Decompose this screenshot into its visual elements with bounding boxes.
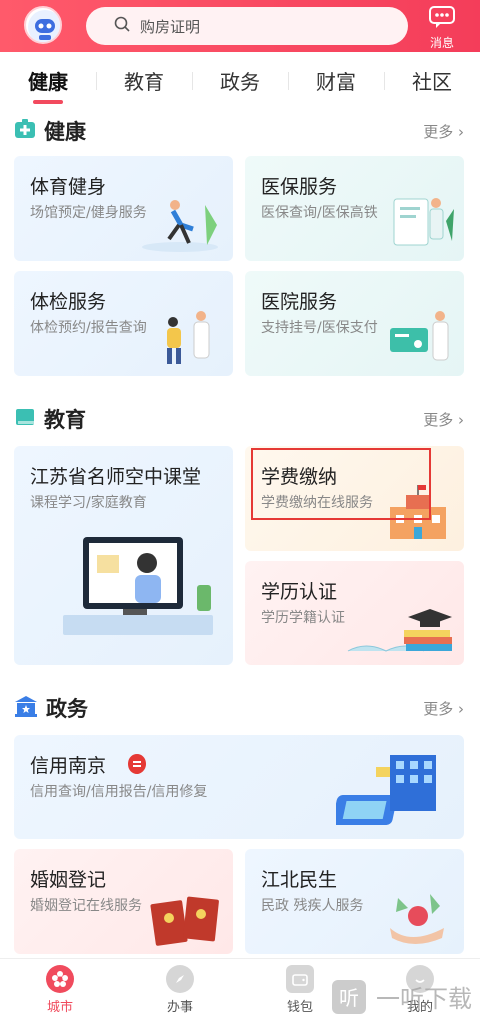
card-subtitle: 支持挂号/医保支付 <box>261 320 378 336</box>
card-subtitle: 课程学习/家庭教育 <box>30 495 147 511</box>
category-tabs: 健康 教育 政务 财富 社区 <box>0 52 480 108</box>
nav-services[interactable]: 办事 <box>120 959 240 1020</box>
card-online-classroom[interactable]: 江苏省名师空中课堂 课程学习/家庭教育 <box>14 446 233 665</box>
teacher-screen-illustration-icon <box>23 527 223 651</box>
card-subtitle: 场馆预定/健身服务 <box>30 205 147 221</box>
government-building-icon <box>14 695 38 721</box>
message-label: 消息 <box>429 36 454 50</box>
nav-label: 城市 <box>46 999 73 1015</box>
marriage-certificate-illustration-icon <box>149 888 225 950</box>
card-sports-fitness[interactable]: 体育健身 场馆预定/健身服务 <box>14 156 233 261</box>
more-link-health[interactable]: 更多 › <box>423 121 464 142</box>
more-link-government[interactable]: 更多 › <box>423 698 464 719</box>
search-icon <box>114 16 130 36</box>
card-jiangbei-livelihood[interactable]: 江北民生 民政 残疾人服务 <box>245 849 464 954</box>
more-label: 更多 <box>423 123 454 141</box>
more-label: 更多 <box>423 411 454 429</box>
card-subtitle: 民政 残疾人服务 <box>261 898 364 914</box>
wallet-icon <box>286 964 314 993</box>
card-title: 医院服务 <box>261 291 338 313</box>
tab-label: 政务 <box>220 69 260 94</box>
tab-community[interactable]: 社区 <box>384 66 480 95</box>
section-education-header: 教育 <box>14 404 86 434</box>
card-subtitle: 信用查询/信用报告/信用修复 <box>30 784 208 800</box>
card-title: 医保服务 <box>261 176 338 198</box>
chevron-right-icon: › <box>458 411 464 429</box>
card-subtitle: 医保查询/医保高铁 <box>261 205 378 221</box>
chevron-right-icon: › <box>458 700 464 718</box>
card-title: 学历认证 <box>261 581 338 603</box>
watermark-logo-icon: 听 <box>332 979 366 1014</box>
nurse-patient-illustration-icon <box>155 306 225 372</box>
card-title: 婚姻登记 <box>30 869 107 891</box>
chevron-right-icon: › <box>458 123 464 141</box>
more-label: 更多 <box>423 700 454 718</box>
more-link-education[interactable]: 更多 › <box>423 409 464 430</box>
card-credit-nanjing[interactable]: 信用南京 婚姻登记在线服务 信用查询/信用报告/信用修复 <box>14 735 464 839</box>
card-physical-exam[interactable]: 体检服务 体检预约/报告查询 <box>14 271 233 376</box>
tab-label: 财富 <box>316 69 356 94</box>
card-degree-certification[interactable]: 学历认证 学历学籍认证 <box>245 561 464 665</box>
city-building-phone-illustration-icon <box>332 747 456 835</box>
chat-bubble-icon <box>428 6 456 33</box>
card-title: 体育健身 <box>30 176 107 198</box>
card-title: 体检服务 <box>30 291 107 313</box>
watermark: 听 一听下载 <box>332 979 472 1014</box>
card-hospital-service[interactable]: 医院服务 支持挂号/医保支付 <box>245 271 464 376</box>
medical-card-illustration-icon <box>386 306 456 372</box>
section-government-header: 政务 <box>14 693 88 723</box>
tab-education[interactable]: 教育 <box>96 66 192 95</box>
tab-government[interactable]: 政务 <box>192 66 288 95</box>
main-content: 健康 更多 › 体育健身 场馆预定/健身服务 医保服务 医保查询/医保高铁 体检… <box>0 108 480 958</box>
robot-avatar-icon[interactable] <box>24 6 62 44</box>
search-bar[interactable]: 购房证明 <box>86 7 408 45</box>
watermark-text: 一听下载 <box>376 985 472 1013</box>
card-subtitle: 婚姻登记在线服务 <box>30 898 142 914</box>
card-marriage-registration[interactable]: 婚姻登记 婚姻登记在线服务 <box>14 849 233 954</box>
card-subtitle: 体检预约/报告查询 <box>30 320 147 336</box>
top-header: 购房证明 消息 <box>0 0 480 52</box>
nav-label: 办事 <box>166 999 193 1015</box>
book-icon <box>14 406 36 432</box>
tab-label: 社区 <box>412 69 452 94</box>
card-title: 江北民生 <box>261 869 338 891</box>
books-graduation-cap-illustration-icon <box>346 603 456 661</box>
message-button[interactable]: 消息 <box>424 5 460 51</box>
section-title: 健康 <box>44 120 86 144</box>
section-health-header: 健康 <box>14 116 86 146</box>
nav-label: 钱包 <box>286 999 313 1015</box>
nav-city[interactable]: 城市 <box>0 959 120 1020</box>
highlight-box <box>251 448 431 520</box>
card-title: 信用南京 <box>30 755 107 777</box>
runner-illustration-icon <box>135 195 225 257</box>
doctor-document-illustration-icon <box>386 191 456 257</box>
compass-icon <box>166 964 194 993</box>
active-tab-indicator <box>33 99 63 104</box>
tab-health[interactable]: 健康 <box>0 66 96 104</box>
section-title: 教育 <box>44 408 86 432</box>
tab-wealth[interactable]: 财富 <box>288 66 384 95</box>
tab-label: 健康 <box>28 69 68 94</box>
caring-hands-illustration-icon <box>380 888 456 950</box>
city-flower-icon <box>46 964 74 993</box>
search-placeholder: 购房证明 <box>140 17 201 36</box>
card-title: 江苏省名师空中课堂 <box>30 466 202 488</box>
card-subtitle: 学历学籍认证 <box>261 610 345 626</box>
credit-nanjing-logo-icon <box>126 753 148 779</box>
tab-label: 教育 <box>124 69 164 94</box>
section-title: 政务 <box>46 697 88 721</box>
medical-kit-icon <box>14 118 36 144</box>
card-medical-insurance[interactable]: 医保服务 医保查询/医保高铁 <box>245 156 464 261</box>
